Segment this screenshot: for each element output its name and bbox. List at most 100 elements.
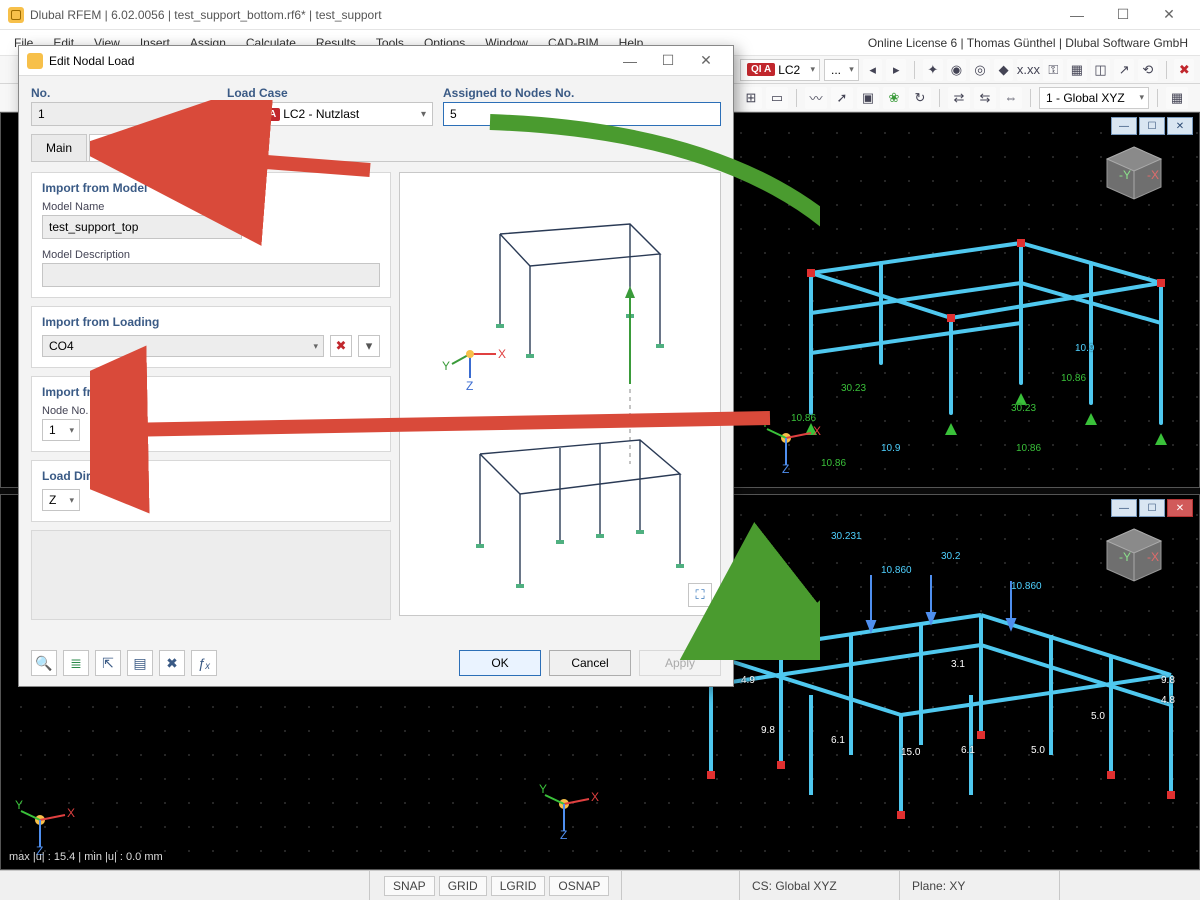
preview-zoom-icon[interactable]: ⛶ <box>688 583 712 607</box>
maximize-button[interactable]: ☐ <box>1100 0 1146 30</box>
close-button[interactable]: ✕ <box>1146 0 1192 30</box>
val: 4.9 <box>741 675 755 686</box>
clear-loading-icon[interactable]: ✖ <box>330 335 352 357</box>
dim-icon-3[interactable]: ⇔ <box>1000 87 1022 109</box>
axis-gizmo-1: X Y Z <box>761 413 821 473</box>
svg-text:X: X <box>67 806 75 820</box>
view-icon-7[interactable]: ▦ <box>1067 59 1087 81</box>
minimize-button[interactable]: — <box>1054 0 1100 30</box>
vp-maximize-icon[interactable]: ☐ <box>1139 499 1165 517</box>
vp-close-icon[interactable]: ✕ <box>1167 117 1193 135</box>
assigned-nodes-input[interactable] <box>443 102 721 126</box>
nav-cube[interactable]: -Y -X <box>1099 143 1169 203</box>
dialog-left-panel: Import from Model Model Name test_suppor… <box>31 172 391 628</box>
axis-gizmo-2b: X Y Z <box>539 779 599 839</box>
dialog-footer: 🔍 ≣ ⇱ ▤ ✖ ƒₓ OK Cancel Apply <box>31 650 721 676</box>
layer-icon[interactable]: ▤ <box>127 650 153 676</box>
tab-from-support-reaction[interactable]: From Support Reaction <box>89 134 243 161</box>
tab-main[interactable]: Main <box>31 134 87 161</box>
grid-toggle[interactable]: GRID <box>439 876 487 896</box>
model-view-1 <box>761 213 1191 483</box>
val: 15.0 <box>901 747 920 758</box>
dialog-maximize-button[interactable]: ☐ <box>649 47 687 75</box>
val: 10.86 <box>1061 373 1086 384</box>
view-icon-9[interactable]: ↗ <box>1114 59 1134 81</box>
tool-icon-1[interactable]: ⊞ <box>740 87 762 109</box>
view-icon-6[interactable]: ⚿ <box>1043 59 1063 81</box>
dialog-tabs: Main From Support Reaction <box>31 134 721 162</box>
preview-panel: X Y Z ⛶ <box>399 172 721 616</box>
val: 5.0 <box>1091 711 1105 722</box>
dialog-title: Edit Nodal Load <box>49 54 134 68</box>
svg-text:Y: Y <box>539 782 547 796</box>
val: 6.1 <box>961 745 975 756</box>
prev-button[interactable]: ◂ <box>863 59 883 81</box>
view-icon-1[interactable]: ✦ <box>923 59 943 81</box>
tool-icon-2[interactable]: ▭ <box>766 87 788 109</box>
arrow-icon[interactable]: ➚ <box>831 87 853 109</box>
settings-icon[interactable]: ▦ <box>1166 87 1188 109</box>
group-import-loading: Import from Loading CO4 ✖ ▾ <box>31 306 391 368</box>
hint-icon[interactable]: 🔍 <box>31 650 57 676</box>
dialog-title-bar[interactable]: Edit Nodal Load — ☐ ✕ <box>19 46 733 76</box>
calc-icon[interactable]: ≣ <box>63 650 89 676</box>
next-button[interactable]: ▸ <box>886 59 906 81</box>
delete-icon[interactable]: ✖ <box>159 650 185 676</box>
pick-icon[interactable]: ⇱ <box>95 650 121 676</box>
status-bar: SNAP GRID LGRID OSNAP CS: Global XYZ Pla… <box>0 870 1200 900</box>
box-icon[interactable]: ▣ <box>857 87 879 109</box>
val: 10.860 <box>1011 581 1042 592</box>
dialog-icon <box>27 53 43 69</box>
view-icon-10[interactable]: ⟲ <box>1138 59 1158 81</box>
dim-icon-2[interactable]: ⇆ <box>974 87 996 109</box>
model-name-combo[interactable]: test_support_top <box>42 215 242 239</box>
help-icon[interactable]: ✖ <box>1174 59 1194 81</box>
vp-maximize-icon[interactable]: ☐ <box>1139 117 1165 135</box>
combo-extra[interactable]: ... <box>824 59 859 81</box>
loadcase-selector[interactable]: QI A LC2 <box>740 59 820 81</box>
view-icon-3[interactable]: ◎ <box>970 59 990 81</box>
val: 30.2 <box>941 551 960 562</box>
vp-close-icon[interactable]: ✕ <box>1167 499 1193 517</box>
group-import-node: Import from Node Node No. 1 <box>31 376 391 452</box>
group-spacer <box>31 530 391 620</box>
view-icon-8[interactable]: ◫ <box>1091 59 1111 81</box>
dialog-close-button[interactable]: ✕ <box>687 47 725 75</box>
loading-combo[interactable]: CO4 <box>42 335 324 357</box>
dialog-minimize-button[interactable]: — <box>611 47 649 75</box>
val: 3.1 <box>951 659 965 670</box>
group-load-direction: Load Direction Z <box>31 460 391 522</box>
svg-text:X: X <box>813 424 821 438</box>
lgrid-toggle[interactable]: LGRID <box>491 876 546 896</box>
ok-button[interactable]: OK <box>459 650 541 676</box>
node-no-combo[interactable]: 1 <box>42 419 80 441</box>
loading-menu-icon[interactable]: ▾ <box>358 335 380 357</box>
val: 10.860 <box>751 610 782 621</box>
axis-gizmo-2: X Y Z <box>15 795 75 855</box>
cancel-button[interactable]: Cancel <box>549 650 631 676</box>
flag-icon[interactable]: ❀ <box>883 87 905 109</box>
snap-toggle[interactable]: SNAP <box>384 876 435 896</box>
loadcase-combo[interactable]: QI A LC2 - Nutzlast <box>227 102 433 126</box>
title-bar: Dlubal RFEM | 6.02.0056 | test_support_b… <box>0 0 1200 30</box>
apply-button[interactable]: Apply <box>639 650 721 676</box>
vp-minimize-icon[interactable]: — <box>1111 117 1137 135</box>
val: 30.23 <box>1011 403 1036 414</box>
view-icon-2[interactable]: ◉ <box>947 59 967 81</box>
model-view-2 <box>671 575 1191 835</box>
view-icon-5[interactable]: x.xx <box>1017 59 1039 81</box>
osnap-toggle[interactable]: OSNAP <box>549 876 609 896</box>
dim-icon-1[interactable]: ⇄ <box>948 87 970 109</box>
view-icon-4[interactable]: ◆ <box>994 59 1014 81</box>
svg-text:Z: Z <box>560 828 567 839</box>
refresh-icon[interactable]: ↻ <box>909 87 931 109</box>
no-input[interactable] <box>31 102 217 126</box>
vp-minimize-icon[interactable]: — <box>1111 499 1137 517</box>
coord-system-combo[interactable]: 1 - Global XYZ <box>1039 87 1149 109</box>
val: 10.860 <box>881 565 912 576</box>
fx-icon[interactable]: ƒₓ <box>191 650 217 676</box>
svg-text:-Y: -Y <box>1119 550 1131 564</box>
load-direction-combo[interactable]: Z <box>42 489 80 511</box>
chart-icon[interactable]: 〰 <box>805 87 827 109</box>
model-desc-input[interactable] <box>42 263 380 287</box>
